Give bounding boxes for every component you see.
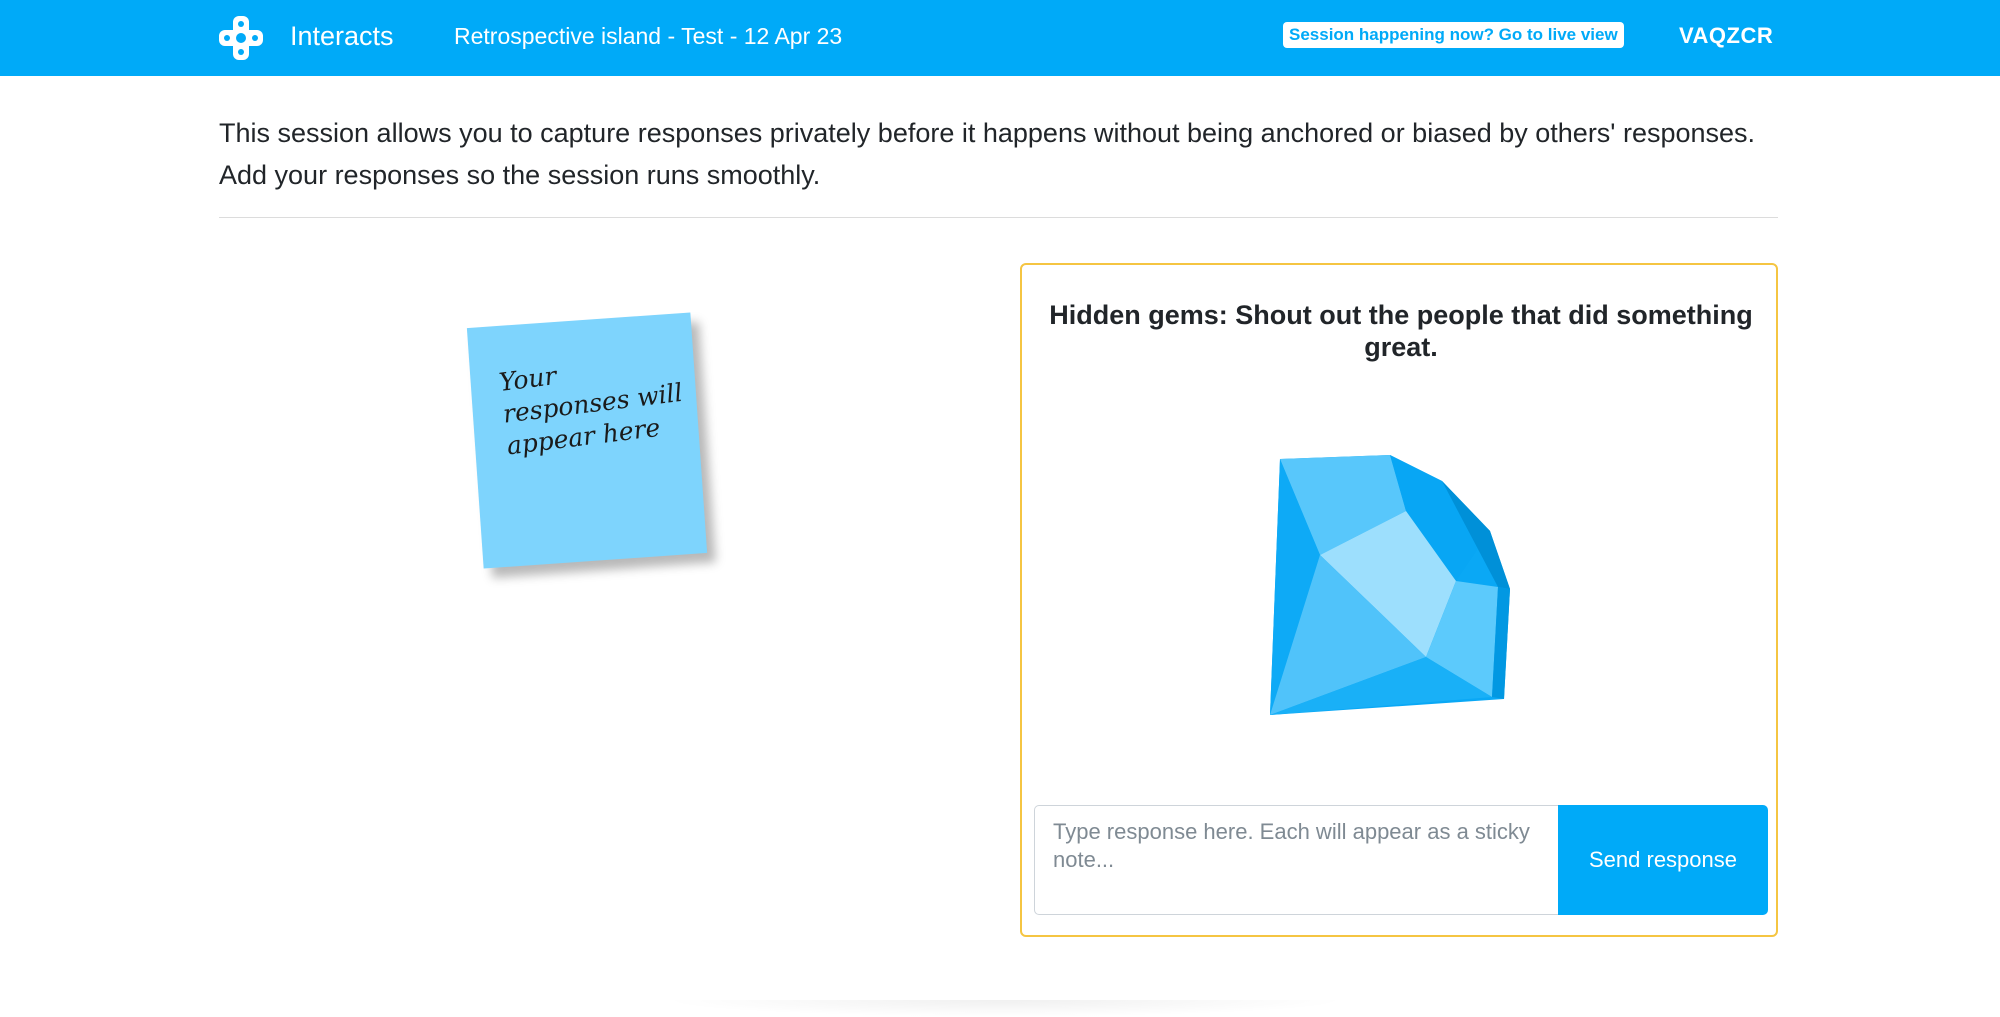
question-card: Hidden gems: Shout out the people that d… xyxy=(1020,263,1778,937)
top-navbar: Interacts Retrospective island - Test - … xyxy=(0,0,2000,76)
session-title: Retrospective island - Test - 12 Apr 23 xyxy=(454,23,843,49)
session-code: VAQZCR xyxy=(1679,23,1774,48)
placeholder-sticky-note: Your responses will appear here xyxy=(466,312,708,569)
send-response-button[interactable]: Send response xyxy=(1558,805,1768,915)
question-title: Hidden gems: Shout out the people that d… xyxy=(1049,300,1753,362)
interacts-logo-icon[interactable] xyxy=(218,15,264,61)
intro-line-2: Add your responses so the session runs s… xyxy=(219,160,821,190)
diamond-icon xyxy=(1270,455,1510,715)
bottom-shadow xyxy=(660,1000,1350,1017)
divider xyxy=(219,217,1778,218)
go-to-live-view-link[interactable]: Session happening now? Go to live view xyxy=(1283,22,1624,48)
brand-name[interactable]: Interacts xyxy=(290,20,394,52)
intro-line-1: This session allows you to capture respo… xyxy=(219,118,1756,148)
session-intro: This session allows you to capture respo… xyxy=(219,112,1789,196)
sticky-note-text: Your responses will appear here xyxy=(497,361,685,461)
response-input[interactable] xyxy=(1034,805,1558,915)
